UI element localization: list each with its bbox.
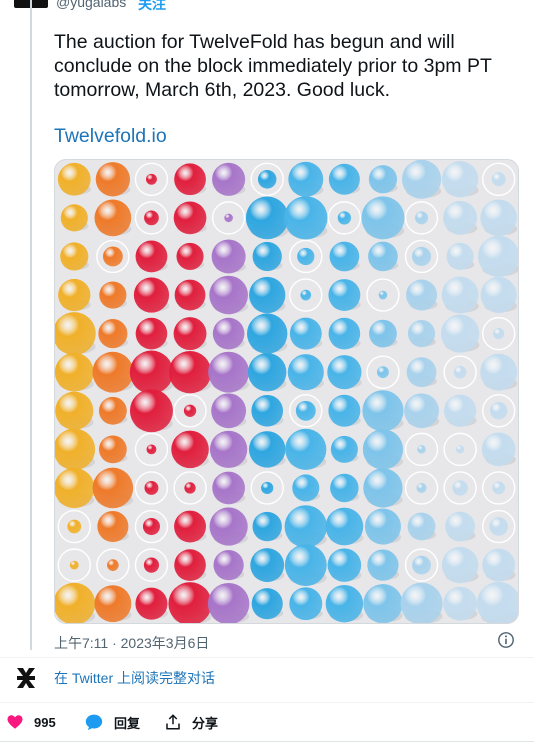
author-handle[interactable]: @yugalabs [56,0,126,10]
spheres-artwork [55,160,518,623]
like-button[interactable]: 995 [6,710,56,734]
read-full-thread-link[interactable]: 在 Twitter 上阅读完整对话 [54,668,215,688]
divider [0,702,534,703]
tweet-timestamp[interactable]: 上午7:11 · 2023年3月6日 [54,633,209,653]
heart-icon [7,715,23,729]
tweet-text: The auction for TwelveFold has begun and… [54,31,492,101]
reply-button[interactable]: 回复 [84,710,140,734]
top-bar: @yugalabs 关注 [0,0,534,16]
share-icon [166,714,180,730]
follow-button[interactable]: 关注 [138,0,166,14]
tweet-link[interactable]: Twelvefold.io [54,125,167,148]
share-label: 分享 [192,715,219,731]
yuga-logo-icon [12,664,40,692]
reply-label: 回复 [114,715,141,731]
info-icon[interactable] [497,631,515,649]
thread-line [30,0,32,650]
divider [0,657,534,658]
action-bar: 995 回复 分享 [0,710,534,734]
reply-bubble-icon [85,714,103,731]
share-button[interactable]: 分享 [164,710,218,734]
like-count: 995 [34,714,56,730]
tweet-media-image[interactable] [54,159,519,624]
